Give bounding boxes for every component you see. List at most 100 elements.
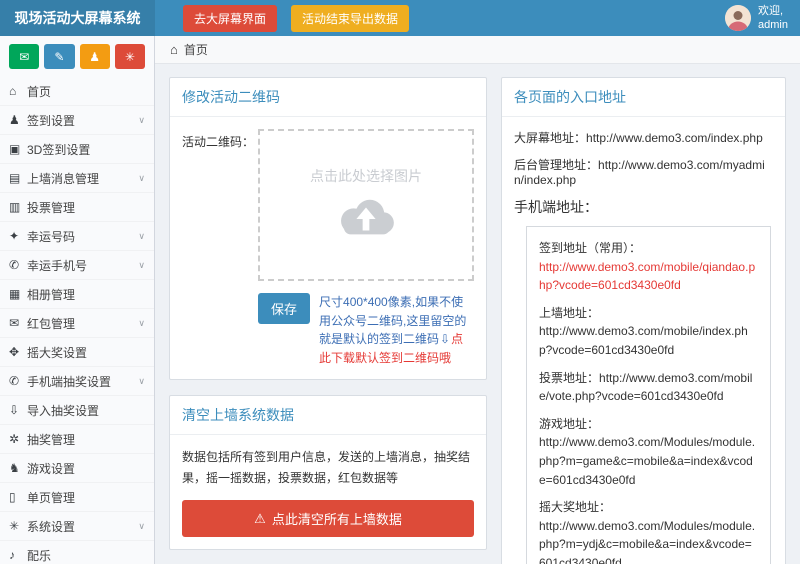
sidebar-item-label: 红包管理	[27, 315, 138, 332]
sidebar-item-label: 签到设置	[27, 112, 138, 129]
sidebar-item-label: 首页	[27, 83, 145, 100]
qrcode-upload-dropzone[interactable]: 点击此处选择图片	[258, 129, 474, 281]
sidebar-quick-row: ✉ ✎ ♟ ✳	[0, 36, 154, 77]
chevron-down-icon: ∨	[138, 376, 145, 387]
mobile-url-list: 签到地址（常用）：http://www.demo3.com/mobile/qia…	[526, 226, 771, 564]
sidebar-item-lucky-phone[interactable]: ✆幸运手机号∨	[0, 251, 154, 280]
url-entry-wall: 上墙地址：http://www.demo3.com/mobile/index.p…	[539, 304, 758, 360]
desktop-icon: ▣	[9, 142, 27, 156]
pencil-quick-button[interactable]: ✎	[44, 44, 74, 69]
url-label: 投票地址：	[539, 371, 599, 385]
mobile-urls-heading: 手机端地址：	[514, 197, 773, 217]
users-icon: ♟	[9, 113, 27, 127]
sidebar-item-label: 上墙消息管理	[27, 170, 138, 187]
bigscreen-url-value: http://www.demo3.com/index.php	[586, 131, 763, 145]
right-column: 各页面的入口地址 大屏幕地址：http://www.demo3.com/inde…	[501, 77, 786, 564]
entry-urls-panel: 各页面的入口地址 大屏幕地址：http://www.demo3.com/inde…	[501, 77, 786, 564]
gears-quick-button[interactable]: ✳	[115, 44, 145, 69]
sidebar-item-label: 单页管理	[27, 489, 145, 506]
sidebar-item-label: 导入抽奖设置	[27, 402, 145, 419]
mobile-icon: ✆	[9, 374, 27, 388]
message-icon: ▤	[9, 171, 27, 185]
avatar	[725, 5, 751, 31]
sidebar-item-single-page[interactable]: ▯单页管理	[0, 483, 154, 512]
sidebar-item-album-manage[interactable]: ▦相册管理	[0, 280, 154, 309]
admin-url-line: 后台管理地址：http://www.demo3.com/myadmin/inde…	[514, 156, 773, 187]
save-button[interactable]: 保存	[258, 293, 310, 324]
url-entry-vote: 投票地址：http://www.demo3.com/mobile/vote.ph…	[539, 369, 758, 406]
chevron-down-icon: ∨	[138, 115, 145, 126]
game-icon: ♞	[9, 461, 27, 475]
users-quick-button[interactable]: ♟	[80, 44, 110, 69]
sidebar-item-wall-message[interactable]: ▤上墙消息管理∨	[0, 164, 154, 193]
qrcode-note: 尺寸400*400像素,如果不使用公众号二维码,这里留空的就是默认的签到二维码⇩…	[319, 293, 474, 367]
admin-url-label: 后台管理地址：	[514, 158, 598, 172]
shake-icon: ✥	[9, 345, 27, 359]
qrcode-field-label: 活动二维码：	[182, 129, 258, 281]
urls-panel-body: 大屏幕地址：http://www.demo3.com/index.php 后台管…	[502, 117, 785, 564]
sidebar-item-music[interactable]: ♪配乐	[0, 541, 154, 564]
sidebar-item-label: 3D签到设置	[27, 141, 145, 158]
qrcode-panel: 修改活动二维码 活动二维码： 点击此处选择图片	[169, 77, 487, 380]
sidebar-item-lottery-manage[interactable]: ✲抽奖管理	[0, 425, 154, 454]
lottery-icon: ✲	[9, 432, 27, 446]
pencil-icon: ✎	[54, 50, 64, 64]
home-icon: ⌂	[9, 84, 27, 98]
sidebar-item-checkin-settings[interactable]: ♟签到设置∨	[0, 106, 154, 135]
clear-data-button[interactable]: ⚠ 点此清空所有上墙数据	[182, 500, 474, 537]
url-value: http://www.demo3.com/Modules/module.php?…	[539, 517, 758, 564]
sidebar-item-label: 摇大奖设置	[27, 344, 145, 361]
username: admin	[758, 19, 788, 31]
sidebar-item-lucky-number[interactable]: ✦幸运号码∨	[0, 222, 154, 251]
url-entry-game: 游戏地址：http://www.demo3.com/Modules/module…	[539, 415, 758, 489]
user-menu[interactable]: 欢迎, admin	[725, 4, 800, 33]
sidebar-item-label: 幸运号码	[27, 228, 138, 245]
users-icon: ♟	[89, 50, 100, 64]
sidebar-item-shake-prize[interactable]: ✥摇大奖设置	[0, 338, 154, 367]
sidebar-item-mobile-lottery[interactable]: ✆手机端抽奖设置∨	[0, 367, 154, 396]
chevron-down-icon: ∨	[138, 173, 145, 184]
chart-icon: ▥	[9, 200, 27, 214]
comment-icon: ✉	[19, 50, 29, 64]
sidebar: ✉✎♟✳ ⌂首页♟签到设置∨▣3D签到设置▤上墙消息管理∨▥投票管理✦幸运号码∨…	[0, 36, 155, 564]
chevron-down-icon: ∨	[138, 260, 145, 271]
sidebar-item-redpacket-manage[interactable]: ✉红包管理∨	[0, 309, 154, 338]
sidebar-item-home[interactable]: ⌂首页	[0, 77, 154, 106]
sidebar-item-label: 抽奖管理	[27, 431, 145, 448]
qrcode-panel-title: 修改活动二维码	[170, 78, 486, 117]
comment-quick-button[interactable]: ✉	[9, 44, 39, 69]
welcome-label: 欢迎,	[758, 5, 783, 17]
url-value: http://www.demo3.com/mobile/index.php?vc…	[539, 322, 758, 359]
bigscreen-url-line: 大屏幕地址：http://www.demo3.com/index.php	[514, 129, 773, 146]
warning-icon: ⚠	[254, 511, 266, 527]
sidebar-item-vote-manage[interactable]: ▥投票管理	[0, 193, 154, 222]
clear-button-label: 点此清空所有上墙数据	[272, 509, 402, 528]
download-icon: ⇩	[440, 332, 450, 346]
brand-title[interactable]: 现场活动大屏幕系统	[0, 0, 155, 36]
gears-icon: ✳	[125, 50, 135, 64]
breadcrumb-home-label: 首页	[184, 41, 208, 58]
sidebar-item-3d-checkin-settings[interactable]: ▣3D签到设置	[0, 135, 154, 164]
left-column: 修改活动二维码 活动二维码： 点击此处选择图片	[169, 77, 487, 564]
url-entry-shake: 摇大奖地址： http://www.demo3.com/Modules/modul…	[539, 498, 758, 564]
import-icon: ⇩	[9, 403, 27, 417]
chevron-down-icon: ∨	[138, 231, 145, 242]
main-area: ⌂ 首页 修改活动二维码 活动二维码： 点击此处选择图片	[155, 36, 800, 564]
home-icon: ⌂	[170, 42, 178, 57]
image-icon: ▦	[9, 287, 27, 301]
gears-icon: ✳	[9, 519, 27, 533]
sidebar-item-system-settings[interactable]: ✳系统设置∨	[0, 512, 154, 541]
url-label: 摇大奖地址：	[539, 500, 611, 514]
clear-panel-title: 清空上墙系统数据	[170, 396, 486, 435]
upload-placeholder-text: 点击此处选择图片	[310, 166, 422, 186]
go-bigscreen-button[interactable]: 去大屏幕界面	[183, 5, 277, 32]
file-icon: ▯	[9, 490, 27, 504]
export-data-button[interactable]: 活动结束导出数据	[291, 5, 409, 32]
bigscreen-url-label: 大屏幕地址：	[514, 131, 586, 145]
sidebar-item-game-settings[interactable]: ♞游戏设置	[0, 454, 154, 483]
page-content: 修改活动二维码 活动二维码： 点击此处选择图片	[155, 64, 800, 564]
sidebar-item-import-lottery[interactable]: ⇩导入抽奖设置	[0, 396, 154, 425]
breadcrumb[interactable]: ⌂ 首页	[155, 36, 800, 64]
redpacket-icon: ✉	[9, 316, 27, 330]
clear-description: 数据包括所有签到用户信息，发送的上墙消息，抽奖结果，摇一摇数据，投票数据，红包数…	[182, 447, 474, 488]
